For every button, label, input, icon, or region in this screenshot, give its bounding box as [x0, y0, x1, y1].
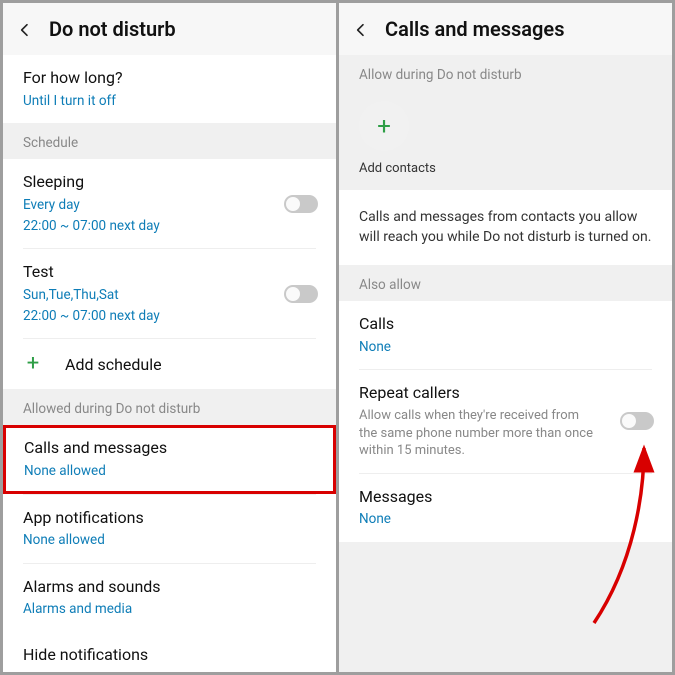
- row-sub: Allow calls when they're received from t…: [359, 407, 600, 460]
- info-text: Calls and messages from contacts you all…: [339, 190, 672, 265]
- allowed-section-label: Allowed during Do not disturb: [3, 389, 336, 425]
- plus-icon: +: [23, 353, 43, 375]
- allowed-card: Calls and messages None allowed App noti…: [3, 425, 336, 631]
- row-sub: Every day: [23, 196, 264, 214]
- for-how-long-card: For how long? Until I turn it off: [3, 55, 336, 123]
- alarms-sounds-row[interactable]: Alarms and sounds Alarms and media: [3, 564, 336, 632]
- left-panel: Do not disturb For how long? Until I tur…: [3, 3, 336, 672]
- add-schedule-label: Add schedule: [65, 355, 162, 374]
- schedule-section-label: Schedule: [3, 123, 336, 159]
- for-how-long-row[interactable]: For how long? Until I turn it off: [3, 55, 336, 123]
- row-sub: None allowed: [23, 531, 316, 549]
- row-title: Hide notifications: [23, 645, 316, 666]
- row-title: App notifications: [23, 508, 316, 529]
- plus-icon: +: [377, 112, 391, 140]
- add-contacts-button[interactable]: +: [359, 101, 409, 151]
- test-toggle[interactable]: [284, 285, 318, 303]
- hide-notifications-card: Hide notifications: [3, 632, 336, 672]
- header: Calls and messages: [339, 3, 672, 55]
- row-sub: Until I turn it off: [23, 92, 316, 110]
- row-sub: None allowed: [24, 462, 315, 480]
- row-sub: 22:00 ~ 07:00 next day: [23, 307, 264, 325]
- sleeping-row[interactable]: Sleeping Every day 22:00 ~ 07:00 next da…: [3, 159, 336, 248]
- row-title: Test: [23, 262, 264, 283]
- also-allow-card: Calls None Repeat callers Allow calls wh…: [339, 301, 672, 541]
- row-title: Calls: [359, 314, 652, 335]
- back-icon[interactable]: [17, 22, 31, 36]
- app-notifications-row[interactable]: App notifications None allowed: [3, 495, 336, 563]
- right-panel: Calls and messages Allow during Do not d…: [339, 3, 672, 672]
- row-sub: None: [359, 338, 652, 356]
- calls-messages-row[interactable]: Calls and messages None allowed: [3, 425, 336, 493]
- add-contacts-block: + Add contacts: [339, 91, 672, 190]
- header: Do not disturb: [3, 3, 336, 55]
- also-allow-label: Also allow: [339, 265, 672, 301]
- row-title: Sleeping: [23, 172, 264, 193]
- row-sub: Sun,Tue,Thu,Sat: [23, 286, 264, 304]
- repeat-callers-toggle[interactable]: [620, 412, 654, 430]
- row-sub: None: [359, 510, 652, 528]
- calls-row[interactable]: Calls None: [339, 301, 672, 369]
- allow-section-label: Allow during Do not disturb: [339, 55, 672, 91]
- sleeping-toggle[interactable]: [284, 195, 318, 213]
- row-sub: Alarms and media: [23, 600, 316, 618]
- row-title: Messages: [359, 487, 652, 508]
- row-sub: 22:00 ~ 07:00 next day: [23, 217, 264, 235]
- schedules-card: Sleeping Every day 22:00 ~ 07:00 next da…: [3, 159, 336, 389]
- hide-notifications-row[interactable]: Hide notifications: [3, 632, 336, 672]
- test-row[interactable]: Test Sun,Tue,Thu,Sat 22:00 ~ 07:00 next …: [3, 249, 336, 338]
- add-contacts-label: Add contacts: [339, 157, 672, 190]
- page-title: Calls and messages: [385, 17, 564, 41]
- add-schedule-row[interactable]: + Add schedule: [3, 339, 336, 389]
- page-title: Do not disturb: [49, 17, 176, 41]
- back-icon[interactable]: [353, 22, 367, 36]
- row-title: Calls and messages: [24, 438, 315, 459]
- row-title: For how long?: [23, 68, 316, 89]
- row-title: Alarms and sounds: [23, 577, 316, 598]
- messages-row[interactable]: Messages None: [339, 474, 672, 542]
- row-title: Repeat callers: [359, 383, 600, 404]
- repeat-callers-row[interactable]: Repeat callers Allow calls when they're …: [339, 370, 672, 472]
